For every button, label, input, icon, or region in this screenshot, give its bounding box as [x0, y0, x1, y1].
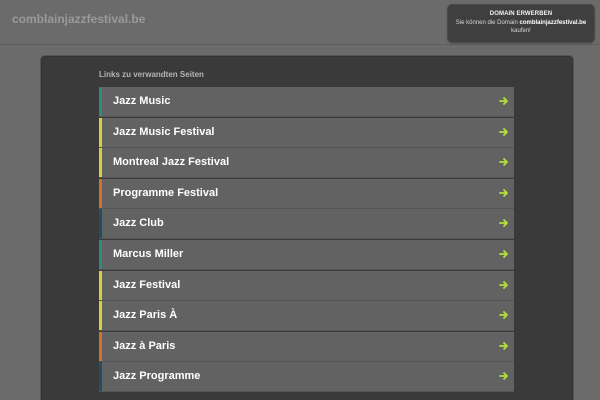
arrow-right-icon	[499, 372, 508, 381]
related-link-item[interactable]: Jazz Music Festival	[99, 117, 514, 148]
link-color-stripe	[99, 362, 102, 392]
related-link-label: Jazz Programme	[113, 370, 201, 383]
arrow-right-icon	[499, 188, 508, 197]
related-links-heading: Links zu verwandten Seiten	[99, 70, 204, 79]
related-link-item[interactable]: Montreal Jazz Festival	[99, 148, 514, 179]
link-color-stripe	[99, 209, 102, 239]
arrow-right-icon	[499, 219, 508, 228]
related-links-panel: Links zu verwandten Seiten Jazz Music Jaz…	[40, 55, 574, 400]
related-link-label: Montreal Jazz Festival	[113, 156, 230, 169]
related-link-item[interactable]: Jazz Programme	[99, 362, 514, 393]
related-links-list: Jazz Music Jazz Music Festival Montreal Ja…	[99, 87, 514, 393]
link-color-stripe	[99, 239, 102, 269]
related-link-item[interactable]: Jazz Club	[99, 209, 514, 240]
arrow-right-icon	[499, 127, 508, 136]
link-color-stripe	[99, 117, 102, 147]
link-color-stripe	[99, 301, 102, 331]
arrow-right-icon	[499, 280, 508, 289]
related-link-item[interactable]: Marcus Miller	[99, 239, 514, 270]
related-link-label: Jazz Festival	[113, 278, 181, 291]
link-color-stripe	[99, 148, 102, 178]
related-link-item[interactable]: Jazz à Paris	[99, 331, 514, 362]
buy-domain-title: DOMAIN ERWERBEN	[489, 11, 553, 17]
arrow-right-icon	[499, 250, 508, 258]
link-color-stripe	[99, 331, 102, 361]
arrow-right-icon	[499, 158, 508, 167]
link-color-stripe	[99, 270, 102, 300]
related-link-item[interactable]: Jazz Festival	[99, 270, 514, 301]
parked-domain-page: comblainjazzfestival.be DOMAIN ERWERBEN …	[0, 0, 600, 400]
arrow-right-icon	[499, 311, 508, 320]
related-link-label: Jazz Music	[113, 95, 171, 107]
buy-domain-text: Sie können die Domain comblainjazzfestiv…	[448, 19, 594, 35]
buy-domain-box[interactable]: DOMAIN ERWERBEN Sie können die Domain co…	[448, 5, 594, 42]
related-link-label: Marcus Miller	[113, 247, 184, 260]
related-link-label: Jazz Music Festival	[113, 125, 215, 138]
related-link-label: Jazz à Paris	[113, 339, 176, 352]
related-link-label: Jazz Club	[113, 217, 164, 230]
related-link-item[interactable]: Programme Festival	[99, 178, 514, 209]
arrow-right-icon	[499, 97, 508, 105]
link-color-stripe	[99, 178, 102, 208]
related-link-label: Jazz Paris À	[113, 309, 178, 322]
related-link-item[interactable]: Jazz Music	[99, 87, 514, 117]
related-link-item[interactable]: Jazz Paris À	[99, 301, 514, 332]
related-link-label: Programme Festival	[113, 186, 219, 199]
arrow-right-icon	[499, 341, 508, 350]
buy-domain-name: comblainjazzfestival.be	[519, 20, 587, 26]
domain-title[interactable]: comblainjazzfestival.be	[12, 12, 145, 26]
link-color-stripe	[99, 87, 102, 116]
buy-domain-text-after: kaufen!	[511, 28, 531, 34]
buy-domain-text-before: Sie können die Domain	[455, 20, 520, 26]
header: comblainjazzfestival.be DOMAIN ERWERBEN …	[0, 0, 600, 45]
